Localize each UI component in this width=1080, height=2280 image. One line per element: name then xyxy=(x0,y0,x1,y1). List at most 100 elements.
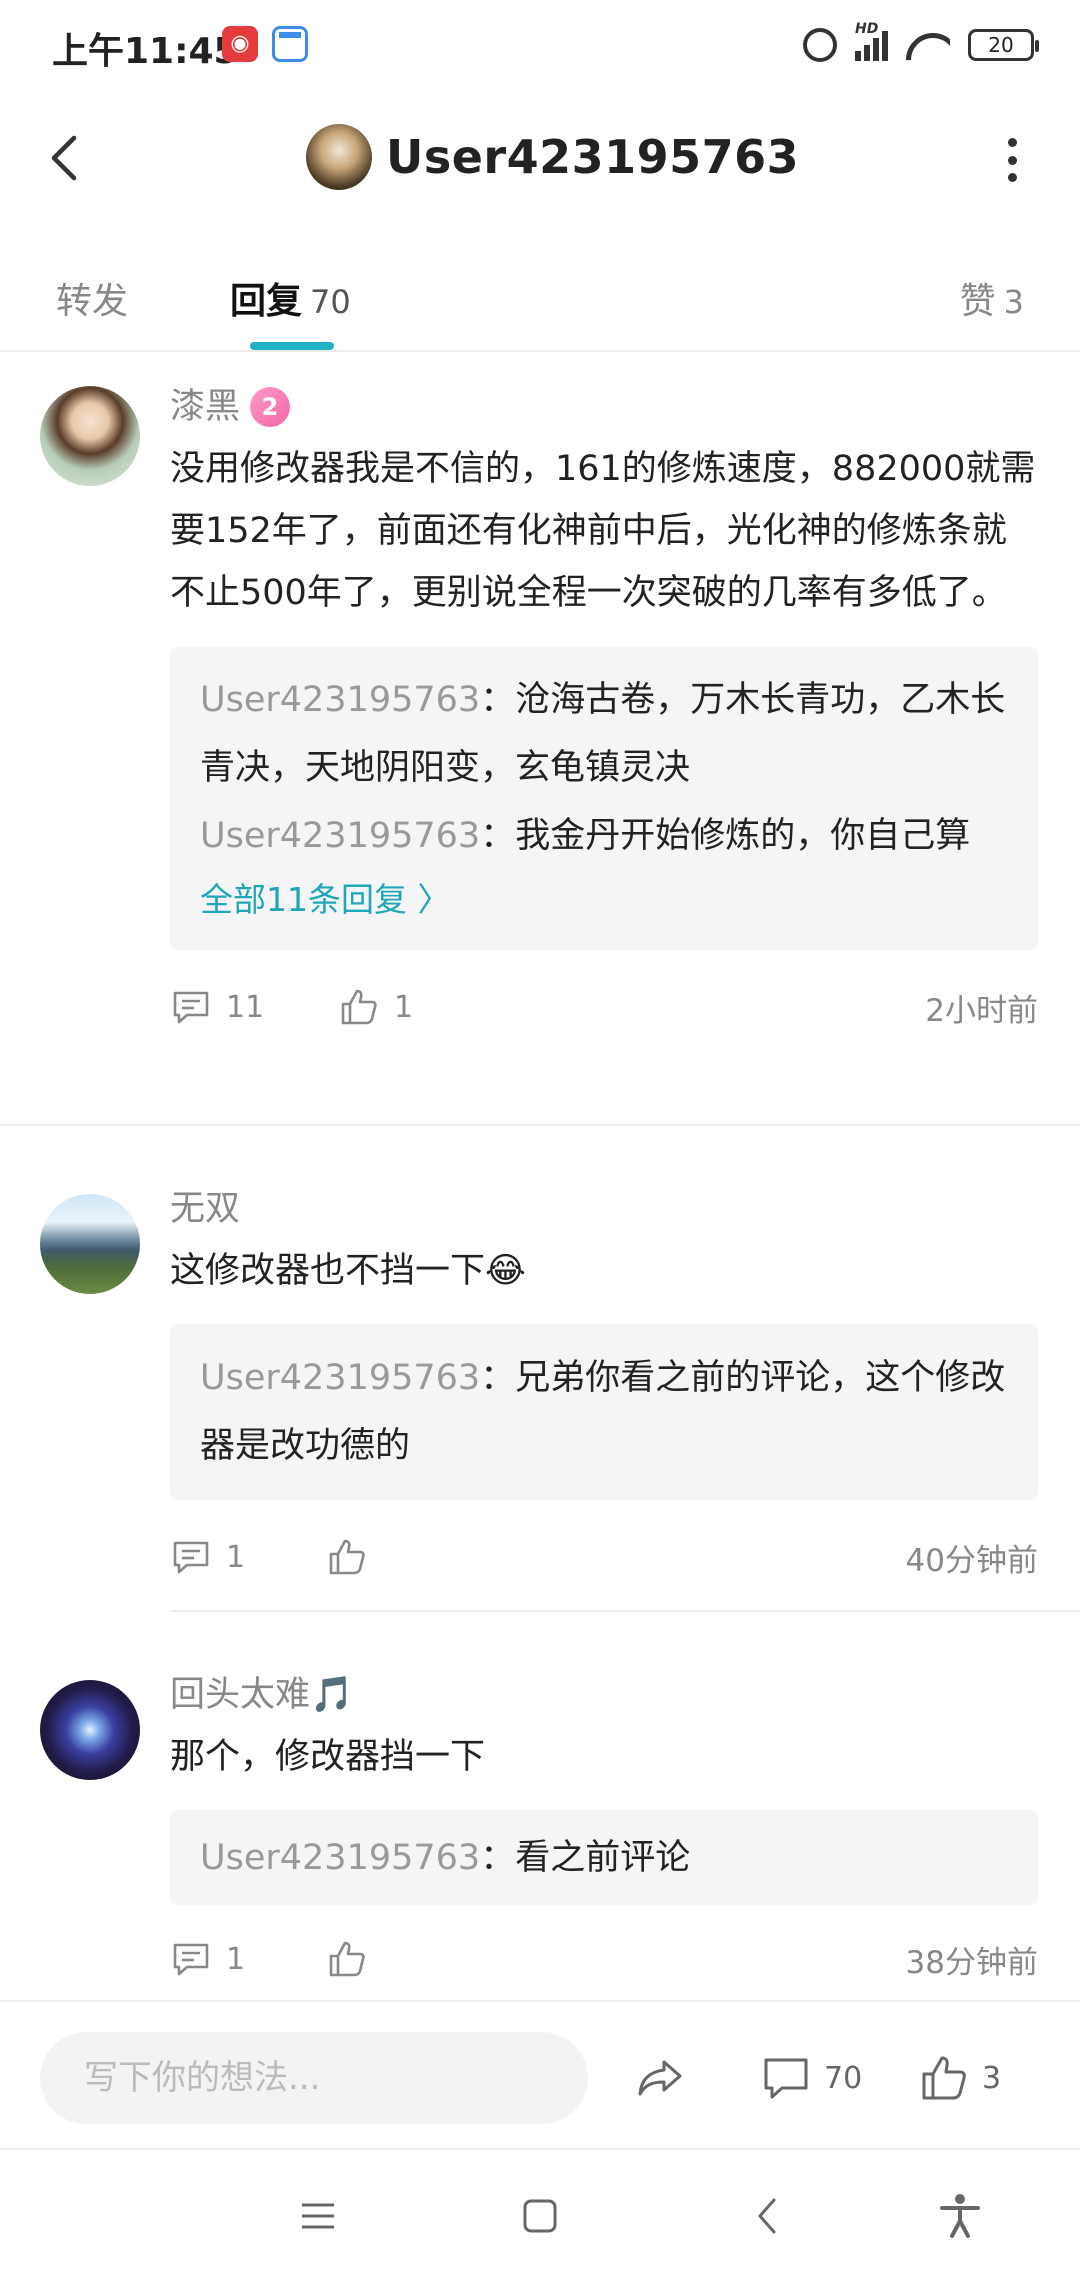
reply-line: User423195763：我金丹开始修炼的，你自己算 xyxy=(200,802,1008,870)
reply-count: 1 xyxy=(226,1941,246,1977)
comment-actions: 1 38分钟前 xyxy=(170,1924,1038,1994)
page-title: User423195763 xyxy=(386,130,800,184)
tab-indicator xyxy=(250,342,334,350)
comment-timestamp: 38分钟前 xyxy=(905,1944,1038,1981)
system-navigation-bar xyxy=(0,2152,1080,2280)
wifi-icon xyxy=(906,29,950,61)
tab-reply-label: 回复 xyxy=(230,281,303,322)
comment-author[interactable]: 回头太难🎵 xyxy=(170,1670,1038,1720)
like-count: 1 xyxy=(394,989,414,1025)
comment-icon xyxy=(173,1943,209,1976)
status-icons: HD 20 xyxy=(803,21,1039,66)
thumbs-up-icon xyxy=(341,989,377,1025)
share-button[interactable] xyxy=(634,2042,686,2114)
more-options-button[interactable] xyxy=(1002,138,1022,182)
comment-text: 这修改器也不挡一下😂 xyxy=(170,1251,526,1291)
reply-line: User423195763：兄弟你看之前的评论，这个修改器是改功德的 xyxy=(200,1344,1008,1480)
comment-timestamp: 2小时前 xyxy=(925,992,1038,1029)
dot-icon xyxy=(1007,155,1017,165)
status-time: 上午11:45 xyxy=(52,31,239,72)
accessibility-icon xyxy=(940,2194,980,2238)
back-button[interactable] xyxy=(36,128,96,188)
comment-text: 那个，修改器挡一下 xyxy=(170,1737,486,1777)
accessibility-button[interactable] xyxy=(932,2188,988,2244)
comment-author[interactable]: 漆黑 2 xyxy=(170,382,1038,432)
like-button[interactable] xyxy=(326,1924,382,1994)
comment-input[interactable]: 写下你的想法... xyxy=(40,2032,588,2124)
comment-author[interactable]: 无双 xyxy=(170,1184,1038,1234)
comments-button[interactable]: 70 xyxy=(760,2042,862,2114)
comment-timestamp: 40分钟前 xyxy=(905,1542,1038,1579)
comment-icon xyxy=(764,2058,808,2099)
divider xyxy=(170,1610,1080,1612)
dot-icon xyxy=(1007,138,1017,147)
level-badge-icon: 2 xyxy=(250,387,291,427)
avatar[interactable] xyxy=(40,386,140,486)
signal-icon: HD xyxy=(855,21,888,61)
reply-preview-box[interactable]: User423195763：沧海古卷，万木长青功，乙木长青决，天地阴阳变，玄龟镇… xyxy=(170,646,1038,950)
reply-line: User423195763：看之前评论 xyxy=(200,1824,1008,1892)
tab-like-count: 3 xyxy=(1003,283,1024,321)
avatar[interactable] xyxy=(306,124,372,190)
recent-apps-button[interactable] xyxy=(290,2188,346,2244)
share-icon xyxy=(638,2060,682,2096)
comment-input-bar: 写下你的想法... 70 3 xyxy=(0,2000,1080,2150)
tab-reply[interactable]: 回复 70 xyxy=(230,272,351,324)
reply-user[interactable]: User423195763 xyxy=(200,1838,480,1878)
netease-music-notification-icon: ◉ xyxy=(222,26,258,62)
thumbs-up-icon xyxy=(329,1941,365,1977)
tab-like-label: 赞 xyxy=(959,281,996,322)
thumbs-up-icon xyxy=(329,1539,365,1575)
hd-label: HD xyxy=(855,21,879,37)
comment-author-name: 漆黑 xyxy=(170,387,241,427)
reply-user[interactable]: User423195763 xyxy=(200,816,480,856)
reply-button[interactable]: 11 xyxy=(170,972,264,1042)
reply-count: 1 xyxy=(226,1539,246,1575)
reply-preview-box[interactable]: User423195763：兄弟你看之前的评论，这个修改器是改功德的 xyxy=(170,1324,1038,1500)
comment-author-name: 回头太难🎵 xyxy=(170,1675,354,1715)
like-button[interactable] xyxy=(326,1522,382,1592)
comment-icon xyxy=(173,991,209,1024)
status-bar: 上午11:45 ◉ HD 20 xyxy=(0,0,1080,90)
reply-user[interactable]: User423195763 xyxy=(200,1358,480,1398)
tab-repost-label: 转发 xyxy=(56,281,129,322)
battery-icon: 20 xyxy=(968,29,1039,61)
like-button[interactable]: 1 xyxy=(338,972,413,1042)
comment-actions: 11 1 2小时前 xyxy=(170,972,1038,1042)
header-user[interactable]: User423195763 xyxy=(306,124,799,190)
tab-repost[interactable]: 转发 xyxy=(56,272,128,324)
calendar-notification-icon xyxy=(272,26,308,62)
reply-button[interactable]: 1 xyxy=(170,1522,245,1592)
back-nav-button[interactable] xyxy=(740,2188,796,2244)
likes-count: 3 xyxy=(982,2060,1002,2096)
comment-icon xyxy=(173,1541,209,1574)
comment-actions: 1 40分钟前 xyxy=(170,1522,1038,1592)
reply-button[interactable]: 1 xyxy=(170,1924,245,1994)
chevron-left-icon xyxy=(51,135,77,181)
home-button[interactable] xyxy=(512,2188,568,2244)
view-all-replies-link[interactable]: 全部11条回复 〉 xyxy=(200,870,1008,930)
dot-icon xyxy=(1007,173,1017,182)
tab-like[interactable]: 赞3 xyxy=(960,272,1024,324)
comment-text: 没用修改器我是不信的，161的修炼速度，882000就需要152年了，前面还有化… xyxy=(170,449,1036,613)
header: User423195763 xyxy=(0,108,1080,208)
alarm-icon xyxy=(803,28,837,62)
comments-count: 70 xyxy=(824,2060,863,2096)
reply-preview-box[interactable]: User423195763：看之前评论 xyxy=(170,1810,1038,1906)
square-icon xyxy=(523,2199,557,2233)
reply-user[interactable]: User423195763 xyxy=(200,680,480,720)
avatar[interactable] xyxy=(40,1680,140,1780)
tab-reply-count: 70 xyxy=(310,283,351,321)
menu-icon xyxy=(302,2203,334,2229)
like-button[interactable]: 3 xyxy=(918,2042,1001,2114)
reply-text: ：看之前评论 xyxy=(480,1838,691,1878)
chevron-left-icon xyxy=(758,2198,776,2234)
tab-bar: 转发 回复 70 赞3 xyxy=(0,250,1080,352)
divider xyxy=(0,1124,1080,1126)
reply-line: User423195763：沧海古卷，万木长青功，乙木长青决，天地阴阳变，玄龟镇… xyxy=(200,666,1008,802)
reply-count: 11 xyxy=(226,989,265,1025)
thumbs-up-icon xyxy=(922,2056,966,2100)
reply-text: ：我金丹开始修炼的，你自己算 xyxy=(480,816,971,856)
comment-author-name: 无双 xyxy=(170,1189,241,1229)
avatar[interactable] xyxy=(40,1194,140,1294)
